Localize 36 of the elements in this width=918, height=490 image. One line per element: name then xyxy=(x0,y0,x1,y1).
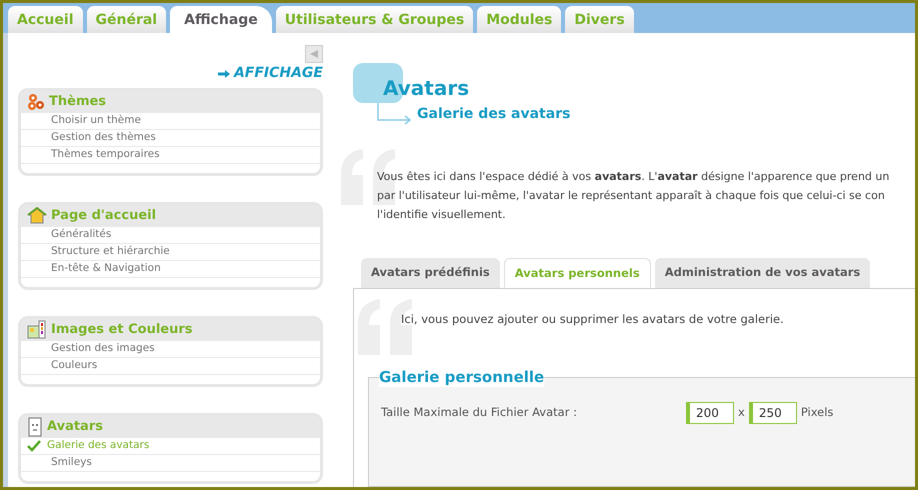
menu-link[interactable]: En-tête & Navigation xyxy=(27,261,161,277)
width-input[interactable]: 200 xyxy=(686,402,734,424)
elbow-arrow-icon xyxy=(377,103,413,125)
panel-title: Page d'accueil xyxy=(51,207,156,226)
intro-paragraph: Vous êtes ici dans l'espace dédié à vos avatars. L'avatar désigne l'apparence que prend un par l'utilisateur lui-même, l'avatar le représentant apparaît à chaque fois que celui-ci se con l'identifie visuellement. xyxy=(377,169,890,223)
face-icon xyxy=(27,417,43,437)
menu-link[interactable]: Galerie des avatars xyxy=(41,438,150,454)
menu-link[interactable]: Structure et hiérarchie xyxy=(27,244,170,260)
tab[interactable]: Administration de vos avatars xyxy=(654,258,870,288)
menu-link[interactable]: Gestion des images xyxy=(27,341,155,357)
menu-link[interactable]: Thèmes temporaires xyxy=(27,147,160,163)
menu-link[interactable]: Couleurs xyxy=(27,358,98,374)
height-input[interactable]: 250 xyxy=(748,402,797,424)
menu-link[interactable]: Choisir un thème xyxy=(27,113,141,129)
page-subtitle: Galerie des avatars xyxy=(417,104,570,124)
house-icon xyxy=(27,207,47,225)
menu-link[interactable]: Gestion des thèmes xyxy=(27,130,156,146)
tab[interactable]: Avatars prédéfinis xyxy=(361,258,500,288)
panel-title: Images et Couleurs xyxy=(51,321,193,340)
gears-icon xyxy=(27,93,45,111)
page-title: Avatars xyxy=(383,75,470,102)
section-title: AFFICHAGE xyxy=(234,64,323,83)
panel-title: Thèmes xyxy=(49,93,106,112)
field-label: Taille Maximale du Fichier Avatar : xyxy=(381,404,578,422)
left-triangle-icon xyxy=(309,49,319,59)
menu-link[interactable]: Smileys xyxy=(27,455,92,471)
arrow-icon xyxy=(218,70,230,78)
nav-tab[interactable]: Affichage xyxy=(170,6,272,33)
unit-label: Pixels xyxy=(800,404,834,422)
palette-icon xyxy=(27,320,47,340)
panel-text: Ici, vous pouvez ajouter ou supprimer les avatars de votre galerie. xyxy=(401,311,784,328)
tab[interactable]: Avatars personnels xyxy=(504,258,651,288)
collapse-button[interactable] xyxy=(305,45,323,63)
times-sign: x xyxy=(738,404,745,422)
menu-link[interactable]: Généralités xyxy=(27,227,112,243)
panel-title: Avatars xyxy=(47,418,103,436)
